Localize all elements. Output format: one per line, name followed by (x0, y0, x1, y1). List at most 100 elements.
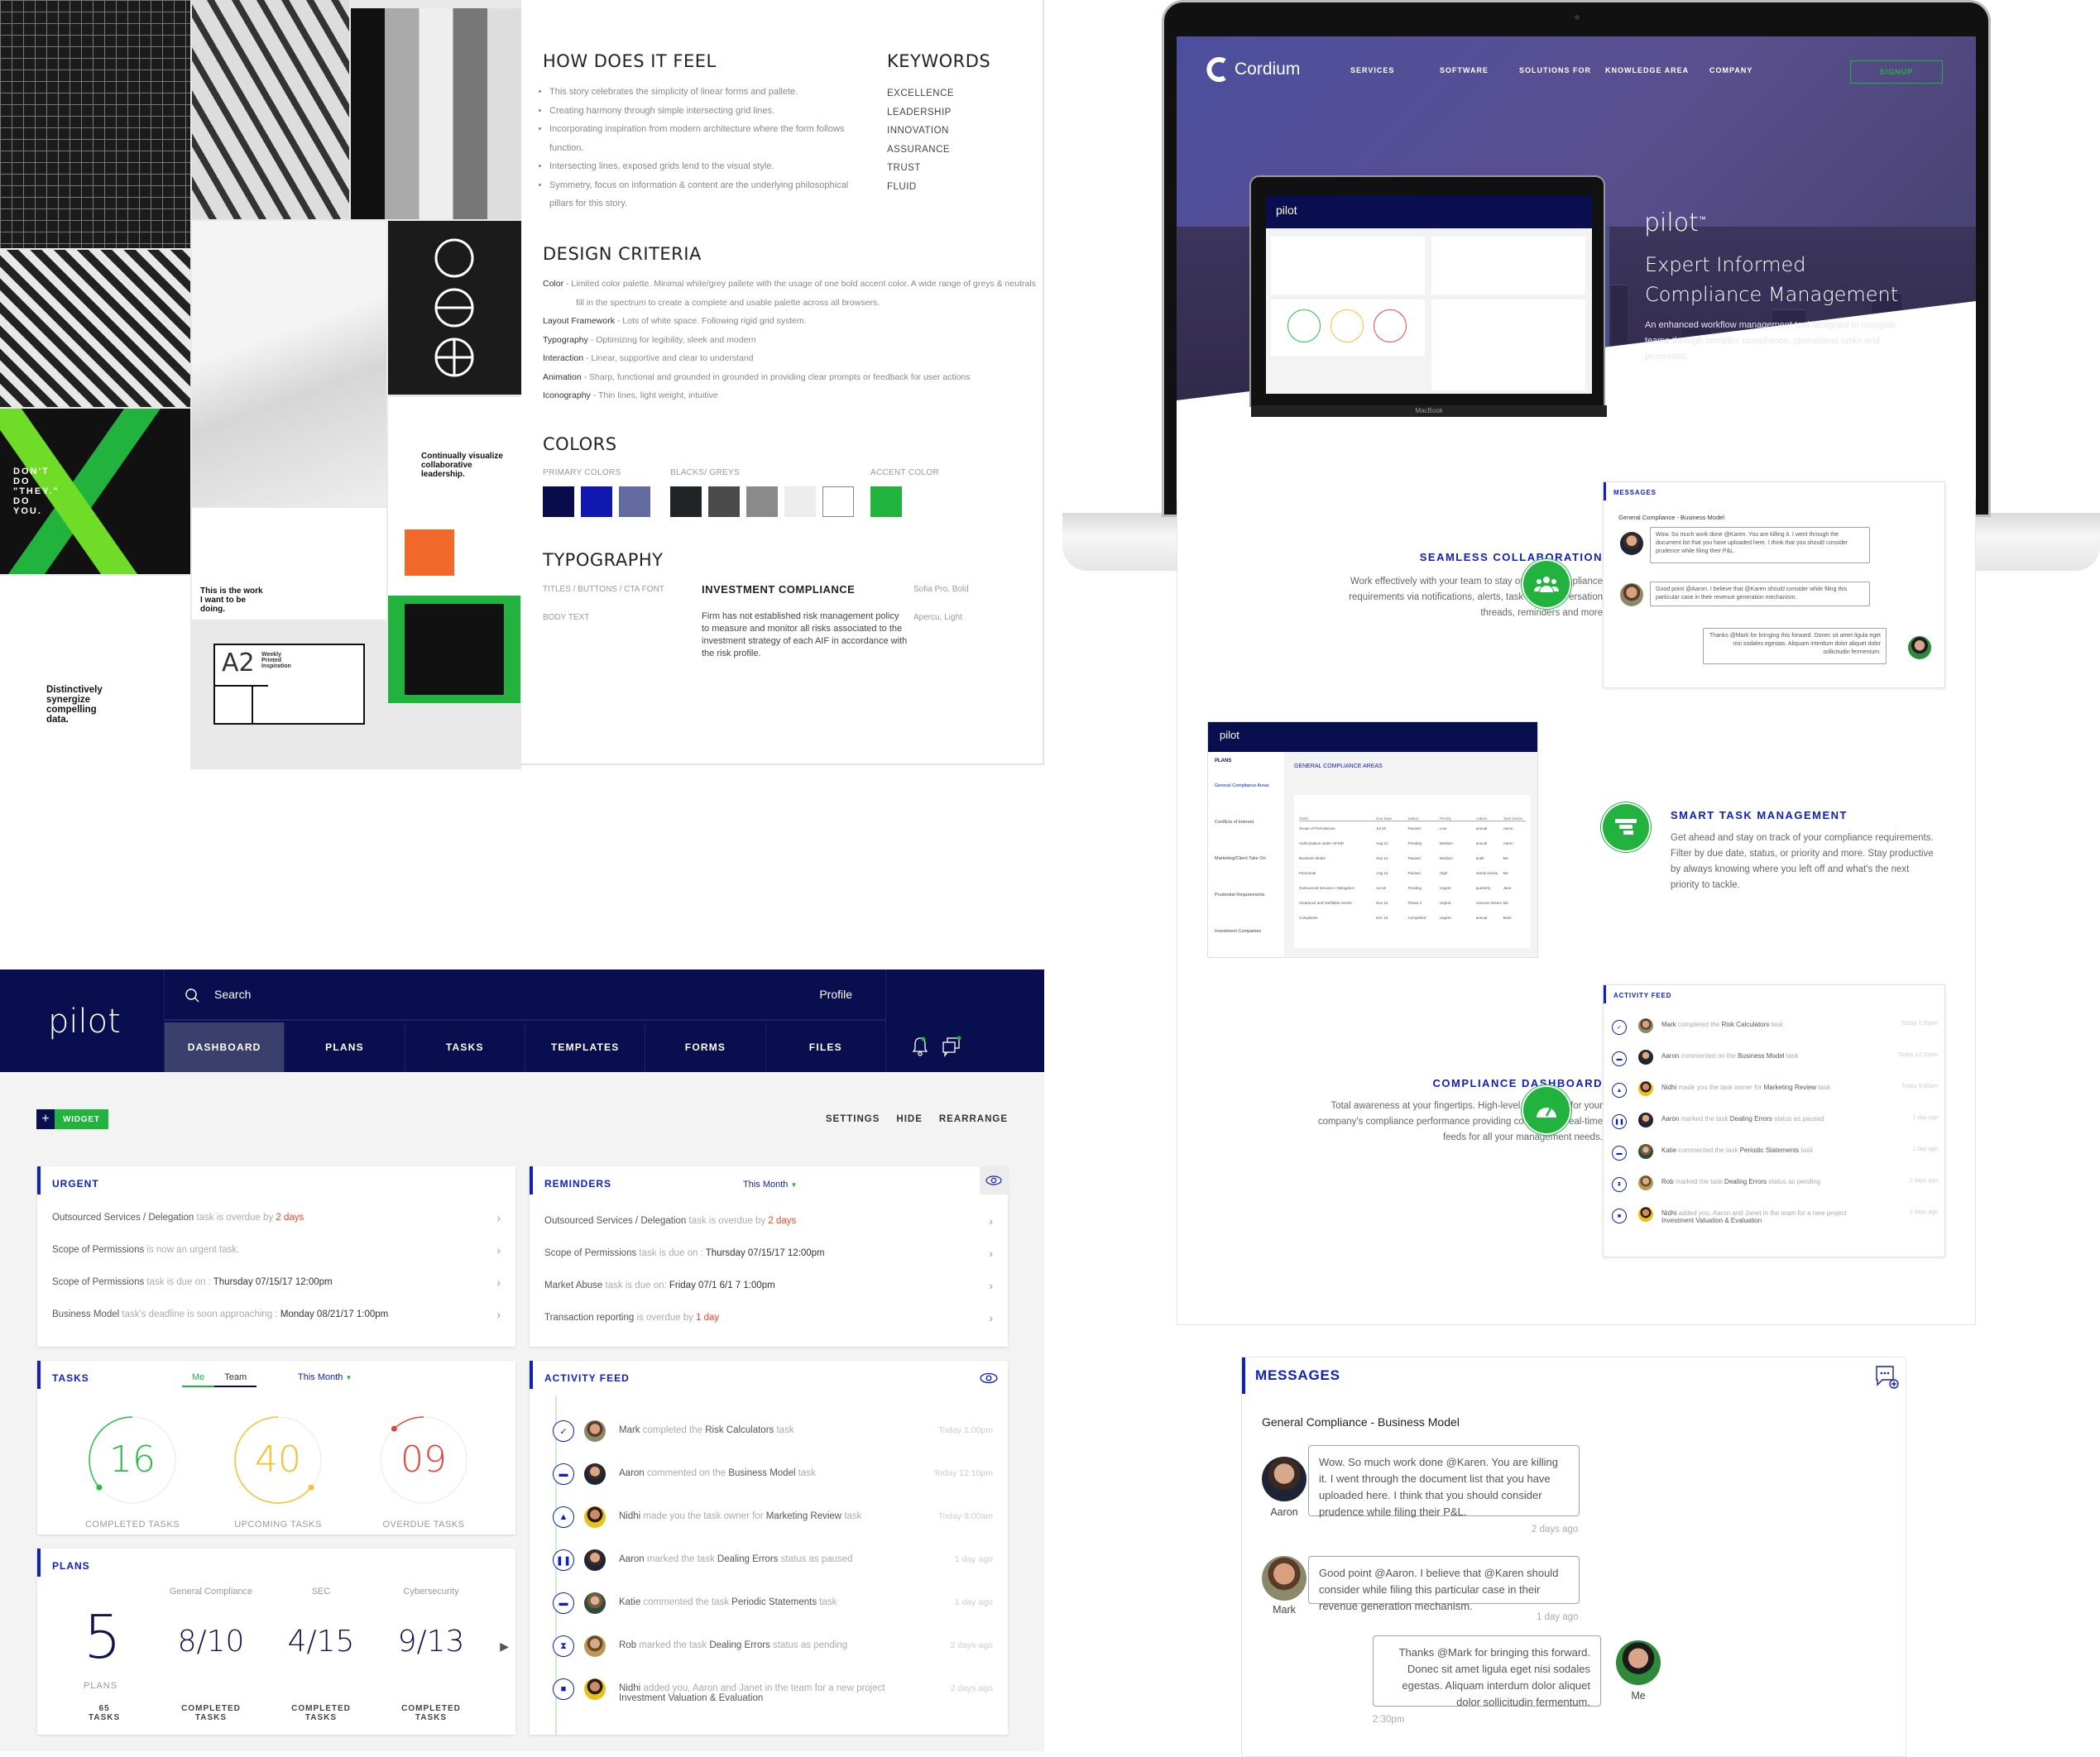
profile-link[interactable]: Profile (819, 988, 852, 1001)
activity-item[interactable]: ❚❚ Aaron marked the task Dealing Errors s… (1609, 1113, 1938, 1139)
activity-item[interactable]: ■ Nidhi added you, Aaron and Janet in the… (1609, 1207, 1938, 1233)
plan-name[interactable]: General Compliance (161, 1587, 261, 1597)
next-arrow-icon[interactable]: ▶ (500, 1640, 509, 1654)
activity-item[interactable]: ❚❚ Aaron marked the task Dealing Errors s… (544, 1548, 993, 1574)
plan-name[interactable]: Cybersecurity (381, 1587, 481, 1597)
tab-dashboard[interactable]: DASHBOARD (164, 1022, 285, 1072)
chevron-right-icon: › (989, 1247, 993, 1260)
tab-tasks[interactable]: TASKS (404, 1022, 525, 1072)
chat-icon[interactable] (941, 1036, 962, 1057)
avatar (1638, 1050, 1653, 1065)
activity-item[interactable]: ⧗ Rob marked the task Dealing Errors stat… (1609, 1175, 1938, 1202)
toggle-me[interactable]: Me (182, 1372, 215, 1387)
ring-dot (96, 1484, 103, 1491)
landing-nav: SERVICES SOFTWARE SOLUTIONS FOR KNOWLEDG… (1350, 66, 1776, 74)
activity-type-icon: ❚❚ (1612, 1114, 1627, 1129)
list-item[interactable]: Outsourced Services / Delegation task is… (52, 1211, 501, 1224)
activity-type-icon: ■ (553, 1678, 574, 1700)
nav-software[interactable]: SOFTWARE (1440, 66, 1519, 74)
chevron-right-icon: › (989, 1214, 993, 1228)
table-row[interactable]: Personnel Aug 12 Paused High needs review Me (1299, 871, 1526, 875)
reminders-filter[interactable]: This Month ▼ (743, 1180, 797, 1190)
plan-name[interactable]: SEC (271, 1587, 371, 1597)
plan-area-item[interactable]: Marketing/Client Take On (1215, 856, 1279, 861)
chevron-right-icon: › (496, 1276, 501, 1289)
table-row[interactable]: Scope of Permissions Jul 30 Paused Low annua… (1299, 826, 1526, 831)
activity-type-icon: ⧗ (553, 1635, 574, 1657)
search-bar[interactable]: Search Profile (164, 969, 885, 1021)
moodboard-image-skylight (0, 0, 190, 248)
messages-title: MESSAGES (1255, 1367, 1340, 1383)
table-header: Tasks Due Date Status Priority Labels Task Ow… (1299, 816, 1526, 821)
bell-icon[interactable] (911, 1036, 929, 1057)
tasks-filter[interactable]: This Month ▼ (298, 1372, 352, 1382)
hide-link[interactable]: HIDE (896, 1114, 922, 1124)
add-widget-button[interactable]: + WIDGET (36, 1109, 108, 1129)
nav-services[interactable]: SERVICES (1350, 66, 1440, 74)
eye-icon[interactable] (980, 1372, 998, 1384)
swatch-primary (543, 486, 574, 517)
moodboard-orange-boat (405, 529, 454, 576)
settings-link[interactable]: SETTINGS (826, 1114, 880, 1124)
table-row[interactable]: Business Model Sep 14 Paused Medium audit Me (1299, 856, 1526, 860)
activity-item[interactable]: ▬ Katie commented the task Periodic State… (544, 1591, 993, 1617)
cordium-logo[interactable]: Cordium (1206, 56, 1300, 83)
activity-item[interactable]: ✓ Mark completed the Risk Calculators tas… (1609, 1018, 1938, 1045)
search-input[interactable]: Search (214, 988, 251, 1001)
swatch-primary (619, 486, 650, 517)
feature-title-dashboard: COMPLIANCE DASHBOARD (1432, 1077, 1603, 1089)
new-message-icon[interactable] (1874, 1364, 1899, 1389)
activity-type-icon: ▬ (1612, 1146, 1627, 1161)
avatar (584, 1549, 606, 1571)
tab-files[interactable]: FILES (765, 1022, 885, 1072)
hero-headline: Expert Informed Compliance Management (1645, 253, 1899, 306)
activity-type-icon: ✓ (553, 1420, 574, 1442)
moodboard-image-architecture (0, 250, 190, 407)
signup-button[interactable]: SIGNUP (1850, 60, 1943, 84)
list-item[interactable]: Scope of Permissions is now an urgent ta… (52, 1243, 501, 1257)
plans-total: 5 (84, 1602, 122, 1672)
activity-item[interactable]: ▬ Aaron commented on the Business Model t… (1609, 1050, 1938, 1076)
avatar (1638, 1207, 1653, 1222)
plan-area-item[interactable]: Prudential Requirements (1215, 893, 1279, 898)
avatar-me (1616, 1640, 1661, 1685)
moodboard-image-planet (388, 596, 520, 703)
activity-item[interactable]: ▬ Katie commented the task Periodic State… (1609, 1144, 1938, 1171)
list-item[interactable]: Scope of Permissions task is due on : Th… (544, 1247, 993, 1260)
list-item[interactable]: Market Abuse task is due on: Friday 07/1… (544, 1279, 993, 1292)
plan-area-item[interactable]: Conflicts of Interest (1215, 820, 1279, 825)
table-row[interactable]: Authorisation under AIFMD Aug 21 Pending Me… (1299, 841, 1526, 845)
activity-item[interactable]: ■ Nidhi added you, Aaron and Janet in the… (544, 1677, 993, 1703)
list-item[interactable]: Business Model task's deadline is soon a… (52, 1308, 501, 1321)
team-icon (1523, 561, 1570, 607)
swatch-grey (708, 486, 740, 517)
table-row[interactable]: Complaints Dec 10 Completed Urgent annual Mar… (1299, 916, 1526, 920)
list-item[interactable]: Outsourced Services / Delegation task is… (544, 1214, 993, 1228)
toggle-team[interactable]: Team (214, 1372, 257, 1387)
activity-item[interactable]: ▲ Nidhi made you the task owner for Marke… (544, 1505, 993, 1531)
feel-list: This story celebrates the simplicity of … (526, 83, 874, 213)
plan-area-item[interactable]: General Compliance Areas (1215, 783, 1279, 788)
rearrange-link[interactable]: REARRANGE (939, 1114, 1008, 1124)
pilot-logo[interactable]: pilot (48, 1003, 121, 1041)
activity-item[interactable]: ▲ Nidhi made you the task owner for Marke… (1609, 1081, 1938, 1108)
nav-knowledge-area[interactable]: KNOWLEDGE AREA (1605, 66, 1709, 74)
avatar (1638, 1144, 1653, 1159)
reminders-card: REMINDERS This Month ▼ Outsourced Servic… (530, 1166, 1008, 1347)
list-item[interactable]: Scope of Permissions task is due on : Th… (52, 1276, 501, 1289)
list-item[interactable]: Transaction reporting is overdue by 1 da… (544, 1311, 993, 1324)
nav-solutions[interactable]: SOLUTIONS FOR (1519, 66, 1605, 74)
tab-templates[interactable]: TEMPLATES (524, 1022, 645, 1072)
avatar (584, 1506, 606, 1528)
table-row[interactable]: Outsourced Services / Delegation Jul 15 Pe… (1299, 886, 1526, 890)
tab-forms[interactable]: FORMS (645, 1022, 765, 1072)
eye-icon[interactable] (980, 1166, 1008, 1194)
activity-item[interactable]: ✓ Mark completed the Risk Calculators tas… (544, 1419, 993, 1445)
plan-area-item[interactable]: Investment Companies (1215, 929, 1279, 934)
activity-type-icon: ▬ (553, 1592, 574, 1614)
table-row[interactable]: Clearance and Notifiable events Nov 16 Pha… (1299, 901, 1526, 905)
activity-item[interactable]: ▬ Aaron commented on the Business Model t… (544, 1462, 993, 1488)
nav-company[interactable]: COMPANY (1709, 66, 1776, 74)
tab-plans[interactable]: PLANS (284, 1022, 404, 1072)
activity-item[interactable]: ⧗ Rob marked the task Dealing Errors stat… (544, 1634, 993, 1660)
